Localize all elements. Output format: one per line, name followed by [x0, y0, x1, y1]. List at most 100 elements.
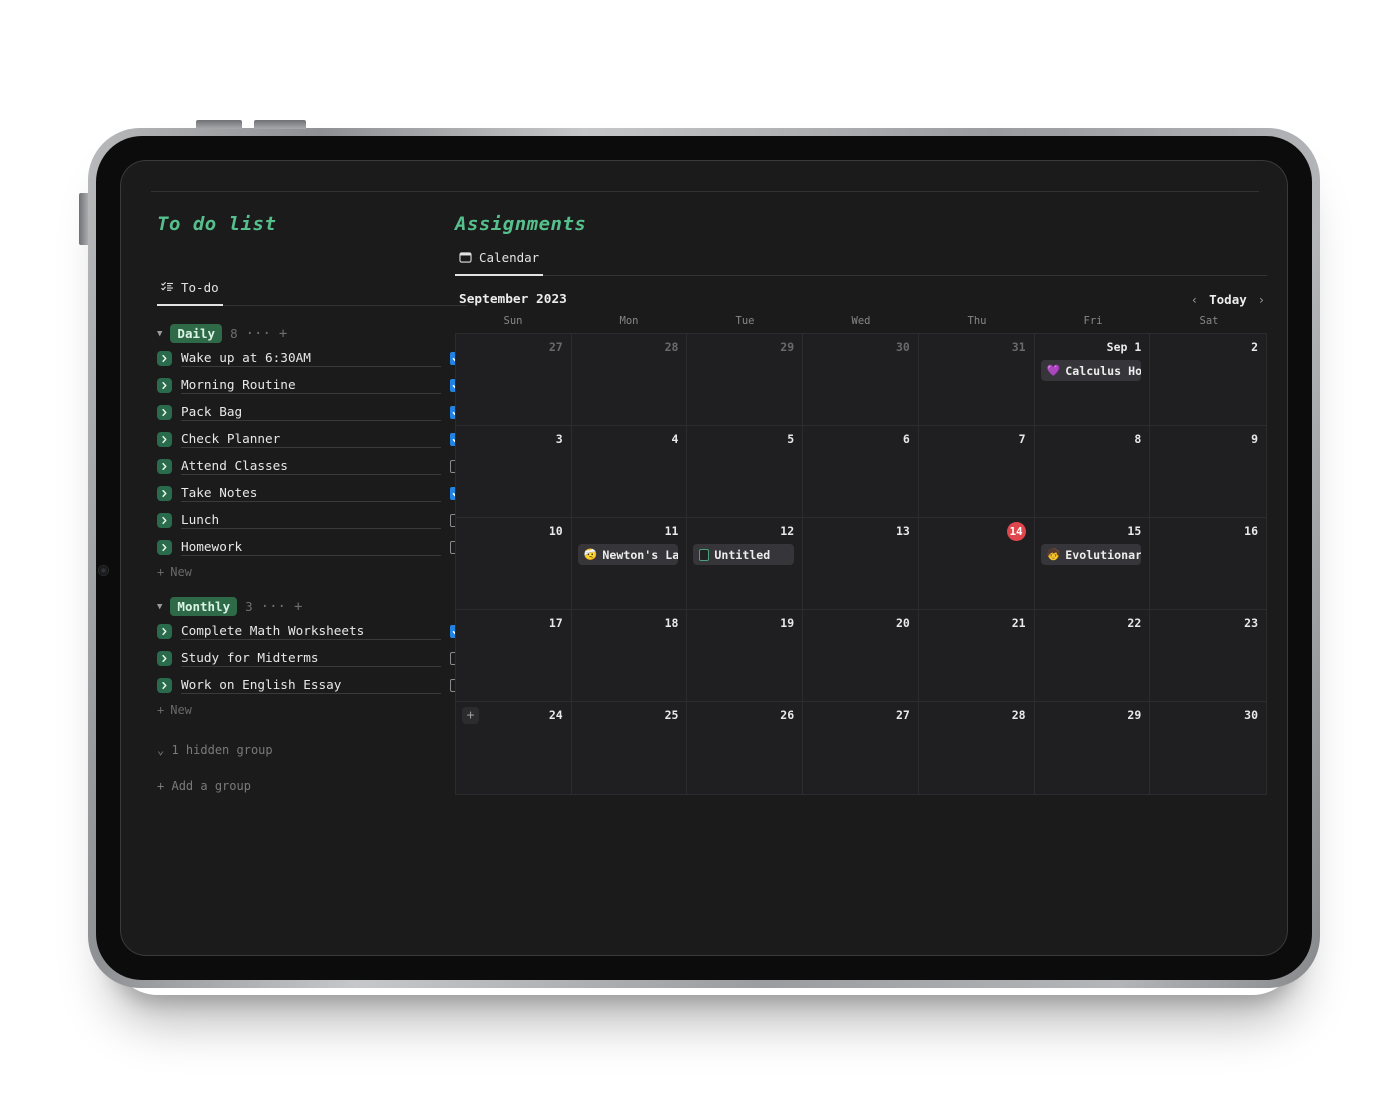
group-add-icon[interactable]: + — [294, 599, 302, 615]
group-name-badge[interactable]: Monthly — [170, 597, 238, 616]
add-group-label: Add a group — [171, 779, 251, 793]
group-collapse-toggle[interactable]: ▼ — [157, 602, 162, 612]
calendar-cell[interactable]: 9 — [1150, 426, 1266, 518]
open-page-icon[interactable] — [157, 432, 172, 447]
group-collapse-toggle[interactable]: ▼ — [157, 329, 162, 339]
todo-row[interactable]: Homework — [157, 536, 467, 559]
prev-month-button[interactable]: ‹ — [1191, 293, 1198, 307]
todo-row[interactable]: Take Notes — [157, 482, 467, 505]
calendar-cell[interactable]: 30 — [1150, 702, 1266, 794]
calendar-cell[interactable]: 14 — [918, 518, 1035, 610]
group-add-icon[interactable]: + — [279, 326, 287, 342]
open-page-icon[interactable] — [157, 651, 172, 666]
todo-item-label: Wake up at 6:30AM — [181, 350, 441, 367]
calendar-cell[interactable]: 31 — [918, 334, 1035, 426]
calendar-day-number: 23 — [1244, 616, 1258, 630]
todo-row[interactable]: Morning Routine — [157, 374, 467, 397]
calendar-cell[interactable]: 28 — [571, 334, 688, 426]
calendar-cell[interactable]: 22 — [1034, 610, 1151, 702]
calendar-day-number: 31 — [1011, 340, 1026, 354]
calendar-cell[interactable]: 13 — [803, 518, 919, 610]
hidden-group-toggle[interactable]: ⌄ 1 hidden group — [157, 743, 467, 757]
calendar-day-number: 17 — [548, 616, 563, 630]
checklist-icon — [161, 281, 174, 294]
todo-row[interactable]: Wake up at 6:30AM — [157, 347, 467, 370]
todo-row[interactable]: Complete Math Worksheets — [157, 620, 467, 643]
calendar-cell[interactable]: 5 — [687, 426, 804, 518]
open-page-icon[interactable] — [157, 351, 172, 366]
calendar-cell[interactable]: 25 — [572, 702, 688, 794]
tab-calendar[interactable]: Calendar — [455, 250, 544, 276]
calendar-cell[interactable]: 6 — [803, 426, 919, 518]
todo-item-label: Morning Routine — [181, 377, 441, 394]
calendar-event-label: Newton's La… — [602, 547, 679, 562]
open-page-icon[interactable] — [157, 378, 172, 393]
calendar-nav: ‹ Today › — [1191, 292, 1265, 307]
calendar-cell[interactable]: 20 — [803, 610, 919, 702]
add-new-item-button[interactable]: + New — [157, 565, 467, 579]
calendar-cell[interactable]: 27 — [456, 334, 572, 426]
calendar-cell[interactable]: 12 Untitled — [687, 518, 804, 610]
calendar-cell[interactable]: 18 — [571, 610, 688, 702]
tab-todo[interactable]: To-do — [157, 280, 223, 306]
volume-up-button[interactable] — [196, 120, 242, 129]
open-page-icon[interactable] — [157, 540, 172, 555]
open-page-icon[interactable] — [157, 405, 172, 420]
open-page-icon[interactable] — [157, 513, 172, 528]
todo-groups: ▼ Daily 8 ··· + Wake up at 6:30AM Morning Rout… — [157, 324, 467, 717]
calendar-cell[interactable]: 19 — [687, 610, 804, 702]
todo-item-label: Homework — [181, 539, 441, 556]
calendar-cell[interactable]: 10 — [456, 518, 572, 610]
calendar-cell[interactable]: Sep 1 💜 Calculus Ho… — [1034, 334, 1151, 426]
todo-row[interactable]: Lunch — [157, 509, 467, 532]
calendar-event[interactable]: 💜 Calculus Ho… — [1040, 360, 1142, 381]
todo-row[interactable]: Pack Bag — [157, 401, 467, 424]
calendar-cell[interactable]: 16 — [1150, 518, 1266, 610]
todo-row[interactable]: Study for Midterms — [157, 647, 467, 670]
hidden-group-label: 1 hidden group — [171, 743, 273, 757]
calendar-cell[interactable]: 21 — [918, 610, 1035, 702]
group-name-badge[interactable]: Daily — [170, 324, 223, 343]
group-more-icon[interactable]: ··· — [246, 326, 271, 342]
open-page-icon[interactable] — [157, 624, 172, 639]
calendar-cell[interactable]: 4 — [571, 426, 688, 518]
todo-row[interactable]: Check Planner — [157, 428, 467, 451]
add-group-button[interactable]: + Add a group — [157, 779, 467, 793]
power-button[interactable] — [79, 193, 88, 245]
today-button[interactable]: Today — [1209, 292, 1247, 307]
calendar-event[interactable]: 🧒 Evolutionar… — [1040, 544, 1142, 565]
calendar-cell[interactable]: 26 — [687, 702, 804, 794]
calendar-cell[interactable]: 3 — [456, 426, 572, 518]
calendar-cell[interactable]: 2 — [1150, 334, 1266, 426]
todo-row[interactable]: Work on English Essay — [157, 674, 467, 697]
add-new-item-label: New — [170, 565, 192, 579]
calendar-day-number: 12 — [780, 524, 795, 538]
calendar-event[interactable]: Untitled — [693, 544, 795, 565]
calendar-event[interactable]: 🤕 Newton's La… — [577, 544, 679, 565]
group-more-icon[interactable]: ··· — [261, 599, 286, 615]
calendar-day-number: 15 — [1127, 524, 1142, 538]
calendar-cell[interactable]: 30 — [803, 334, 919, 426]
calendar-cell[interactable]: 28 — [919, 702, 1035, 794]
calendar-cell[interactable]: 27 — [803, 702, 919, 794]
add-new-item-button[interactable]: + New — [157, 703, 467, 717]
calendar-day-number: 27 — [895, 708, 910, 722]
calendar-cell[interactable]: 8 — [1034, 426, 1151, 518]
tab-todo-label: To-do — [181, 280, 219, 295]
calendar-cell[interactable]: 11 🤕 Newton's La… — [571, 518, 688, 610]
todo-row[interactable]: Attend Classes — [157, 455, 467, 478]
calendar-cell[interactable]: 7 — [918, 426, 1035, 518]
calendar-cell[interactable]: 23 — [1150, 610, 1266, 702]
main-tabstrip: Calendar — [455, 249, 1267, 276]
calendar-cell[interactable]: +24 — [456, 702, 572, 794]
volume-down-button[interactable] — [254, 120, 306, 129]
calendar-cell[interactable]: 29 — [687, 334, 804, 426]
open-page-icon[interactable] — [157, 486, 172, 501]
next-month-button[interactable]: › — [1258, 293, 1265, 307]
open-page-icon[interactable] — [157, 459, 172, 474]
calendar-cell[interactable]: 29 — [1035, 702, 1151, 794]
calendar-cell[interactable]: 17 — [456, 610, 572, 702]
calendar-cell[interactable]: 15 🧒 Evolutionar… — [1034, 518, 1151, 610]
open-page-icon[interactable] — [157, 678, 172, 693]
add-event-button[interactable]: + — [462, 707, 479, 724]
